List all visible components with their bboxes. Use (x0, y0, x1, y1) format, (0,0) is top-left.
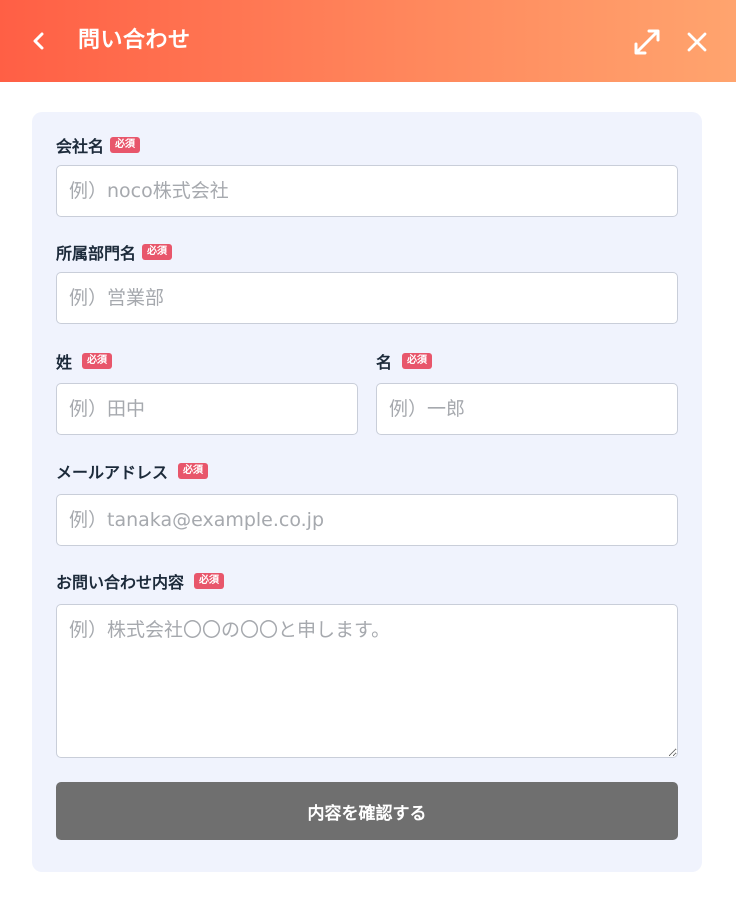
required-badge: 必須 (82, 353, 113, 369)
chevron-left-icon (33, 32, 44, 50)
required-badge: 必須 (142, 244, 173, 260)
required-badge: 必須 (194, 573, 225, 589)
last-name-label: 姓 必須 (56, 349, 113, 373)
close-icon (687, 32, 707, 52)
last-name-label-text: 姓 (56, 353, 73, 372)
expand-button[interactable] (632, 27, 662, 57)
company-input[interactable] (56, 165, 678, 217)
message-label-text: お問い合わせ内容 (56, 573, 185, 592)
department-input[interactable] (56, 272, 678, 324)
contact-form: 会社名 必須 所属部門名 必須 姓 必須 名 必須 メールアドレス 必須 お問い… (32, 112, 702, 872)
last-name-input[interactable] (56, 383, 358, 435)
company-label: 会社名 必須 (56, 133, 141, 157)
confirm-button[interactable]: 内容を確認する (56, 782, 678, 840)
back-button[interactable] (26, 27, 52, 55)
message-label: お問い合わせ内容 必須 (56, 569, 225, 593)
required-badge: 必須 (110, 137, 141, 153)
first-name-label-text: 名 (376, 353, 393, 372)
first-name-input[interactable] (376, 383, 678, 435)
email-label: メールアドレス 必須 (56, 459, 209, 483)
header-bar: 問い合わせ (0, 0, 736, 82)
message-textarea[interactable] (56, 604, 678, 758)
department-label-text: 所属部門名 (56, 244, 137, 263)
company-label-text: 会社名 (56, 137, 105, 156)
first-name-label: 名 必須 (376, 349, 433, 373)
email-input[interactable] (56, 494, 678, 546)
required-badge: 必須 (402, 353, 433, 369)
header-title: 問い合わせ (78, 28, 191, 53)
close-button[interactable] (683, 27, 711, 57)
email-label-text: メールアドレス (56, 463, 169, 482)
expand-icon (634, 29, 660, 55)
required-badge: 必須 (178, 463, 209, 479)
department-label: 所属部門名 必須 (56, 240, 173, 264)
